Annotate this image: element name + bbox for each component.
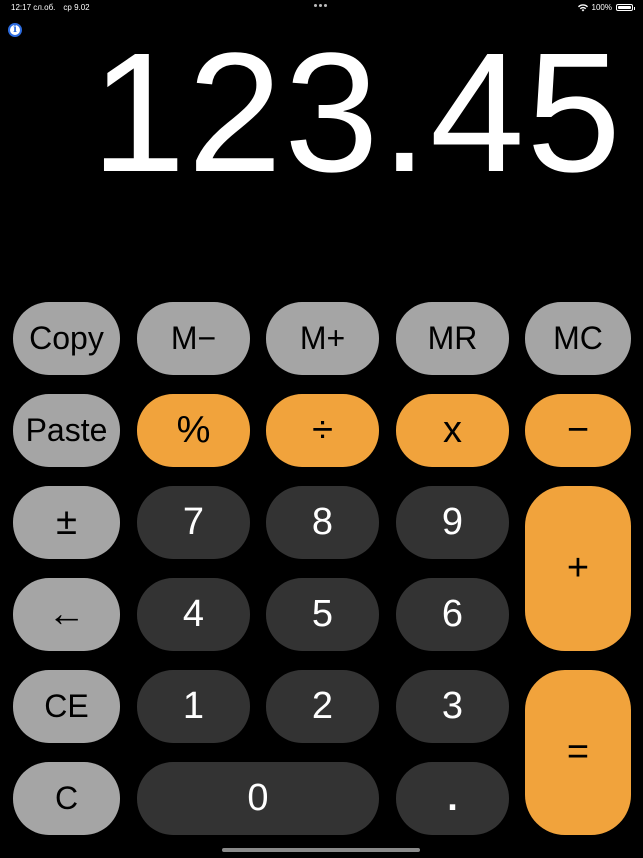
digit-6-button[interactable]: 6 <box>396 578 509 651</box>
status-time: 12:17 сл.об. <box>11 3 56 12</box>
battery-percent: 100% <box>591 3 612 12</box>
clear-button[interactable]: C <box>13 762 120 835</box>
battery-icon <box>616 4 635 11</box>
clear-entry-button[interactable]: CE <box>13 670 120 743</box>
status-bar: 12:17 сл.об. ср 9.02 100% <box>0 0 643 16</box>
subtract-button[interactable]: − <box>525 394 631 467</box>
add-button[interactable]: + <box>525 486 631 651</box>
status-date: ср 9.02 <box>63 3 90 12</box>
digit-9-button[interactable]: 9 <box>396 486 509 559</box>
divide-button[interactable]: ÷ <box>266 394 379 467</box>
digit-3-button[interactable]: 3 <box>396 670 509 743</box>
paste-button[interactable]: Paste <box>13 394 120 467</box>
digit-0-button[interactable]: 0 <box>137 762 379 835</box>
status-left: 12:17 сл.об. ср 9.02 <box>11 3 90 12</box>
equals-button[interactable]: = <box>525 670 631 835</box>
memory-clear-button[interactable]: MC <box>525 302 631 375</box>
result-display: 123.45 <box>91 18 623 208</box>
status-right: 100% <box>577 3 635 12</box>
digit-2-button[interactable]: 2 <box>266 670 379 743</box>
copy-button[interactable]: Copy <box>13 302 120 375</box>
percent-button[interactable]: % <box>137 394 250 467</box>
digit-1-button[interactable]: 1 <box>137 670 250 743</box>
memory-add-button[interactable]: M+ <box>266 302 379 375</box>
multitasking-dots-icon[interactable] <box>314 4 327 7</box>
memory-subtract-button[interactable]: M− <box>137 302 250 375</box>
calculator-screen: 12:17 сл.об. ср 9.02 100% i 123.45 Copy … <box>0 0 643 858</box>
digit-7-button[interactable]: 7 <box>137 486 250 559</box>
digit-5-button[interactable]: 5 <box>266 578 379 651</box>
wifi-icon <box>577 3 588 11</box>
home-indicator[interactable] <box>222 848 420 852</box>
backspace-button[interactable]: ← <box>13 578 120 651</box>
memory-recall-button[interactable]: MR <box>396 302 509 375</box>
digit-8-button[interactable]: 8 <box>266 486 379 559</box>
decimal-point-button[interactable]: . <box>396 762 509 835</box>
multiply-button[interactable]: x <box>396 394 509 467</box>
plus-minus-button[interactable]: ± <box>13 486 120 559</box>
digit-4-button[interactable]: 4 <box>137 578 250 651</box>
info-icon[interactable]: i <box>8 23 22 37</box>
